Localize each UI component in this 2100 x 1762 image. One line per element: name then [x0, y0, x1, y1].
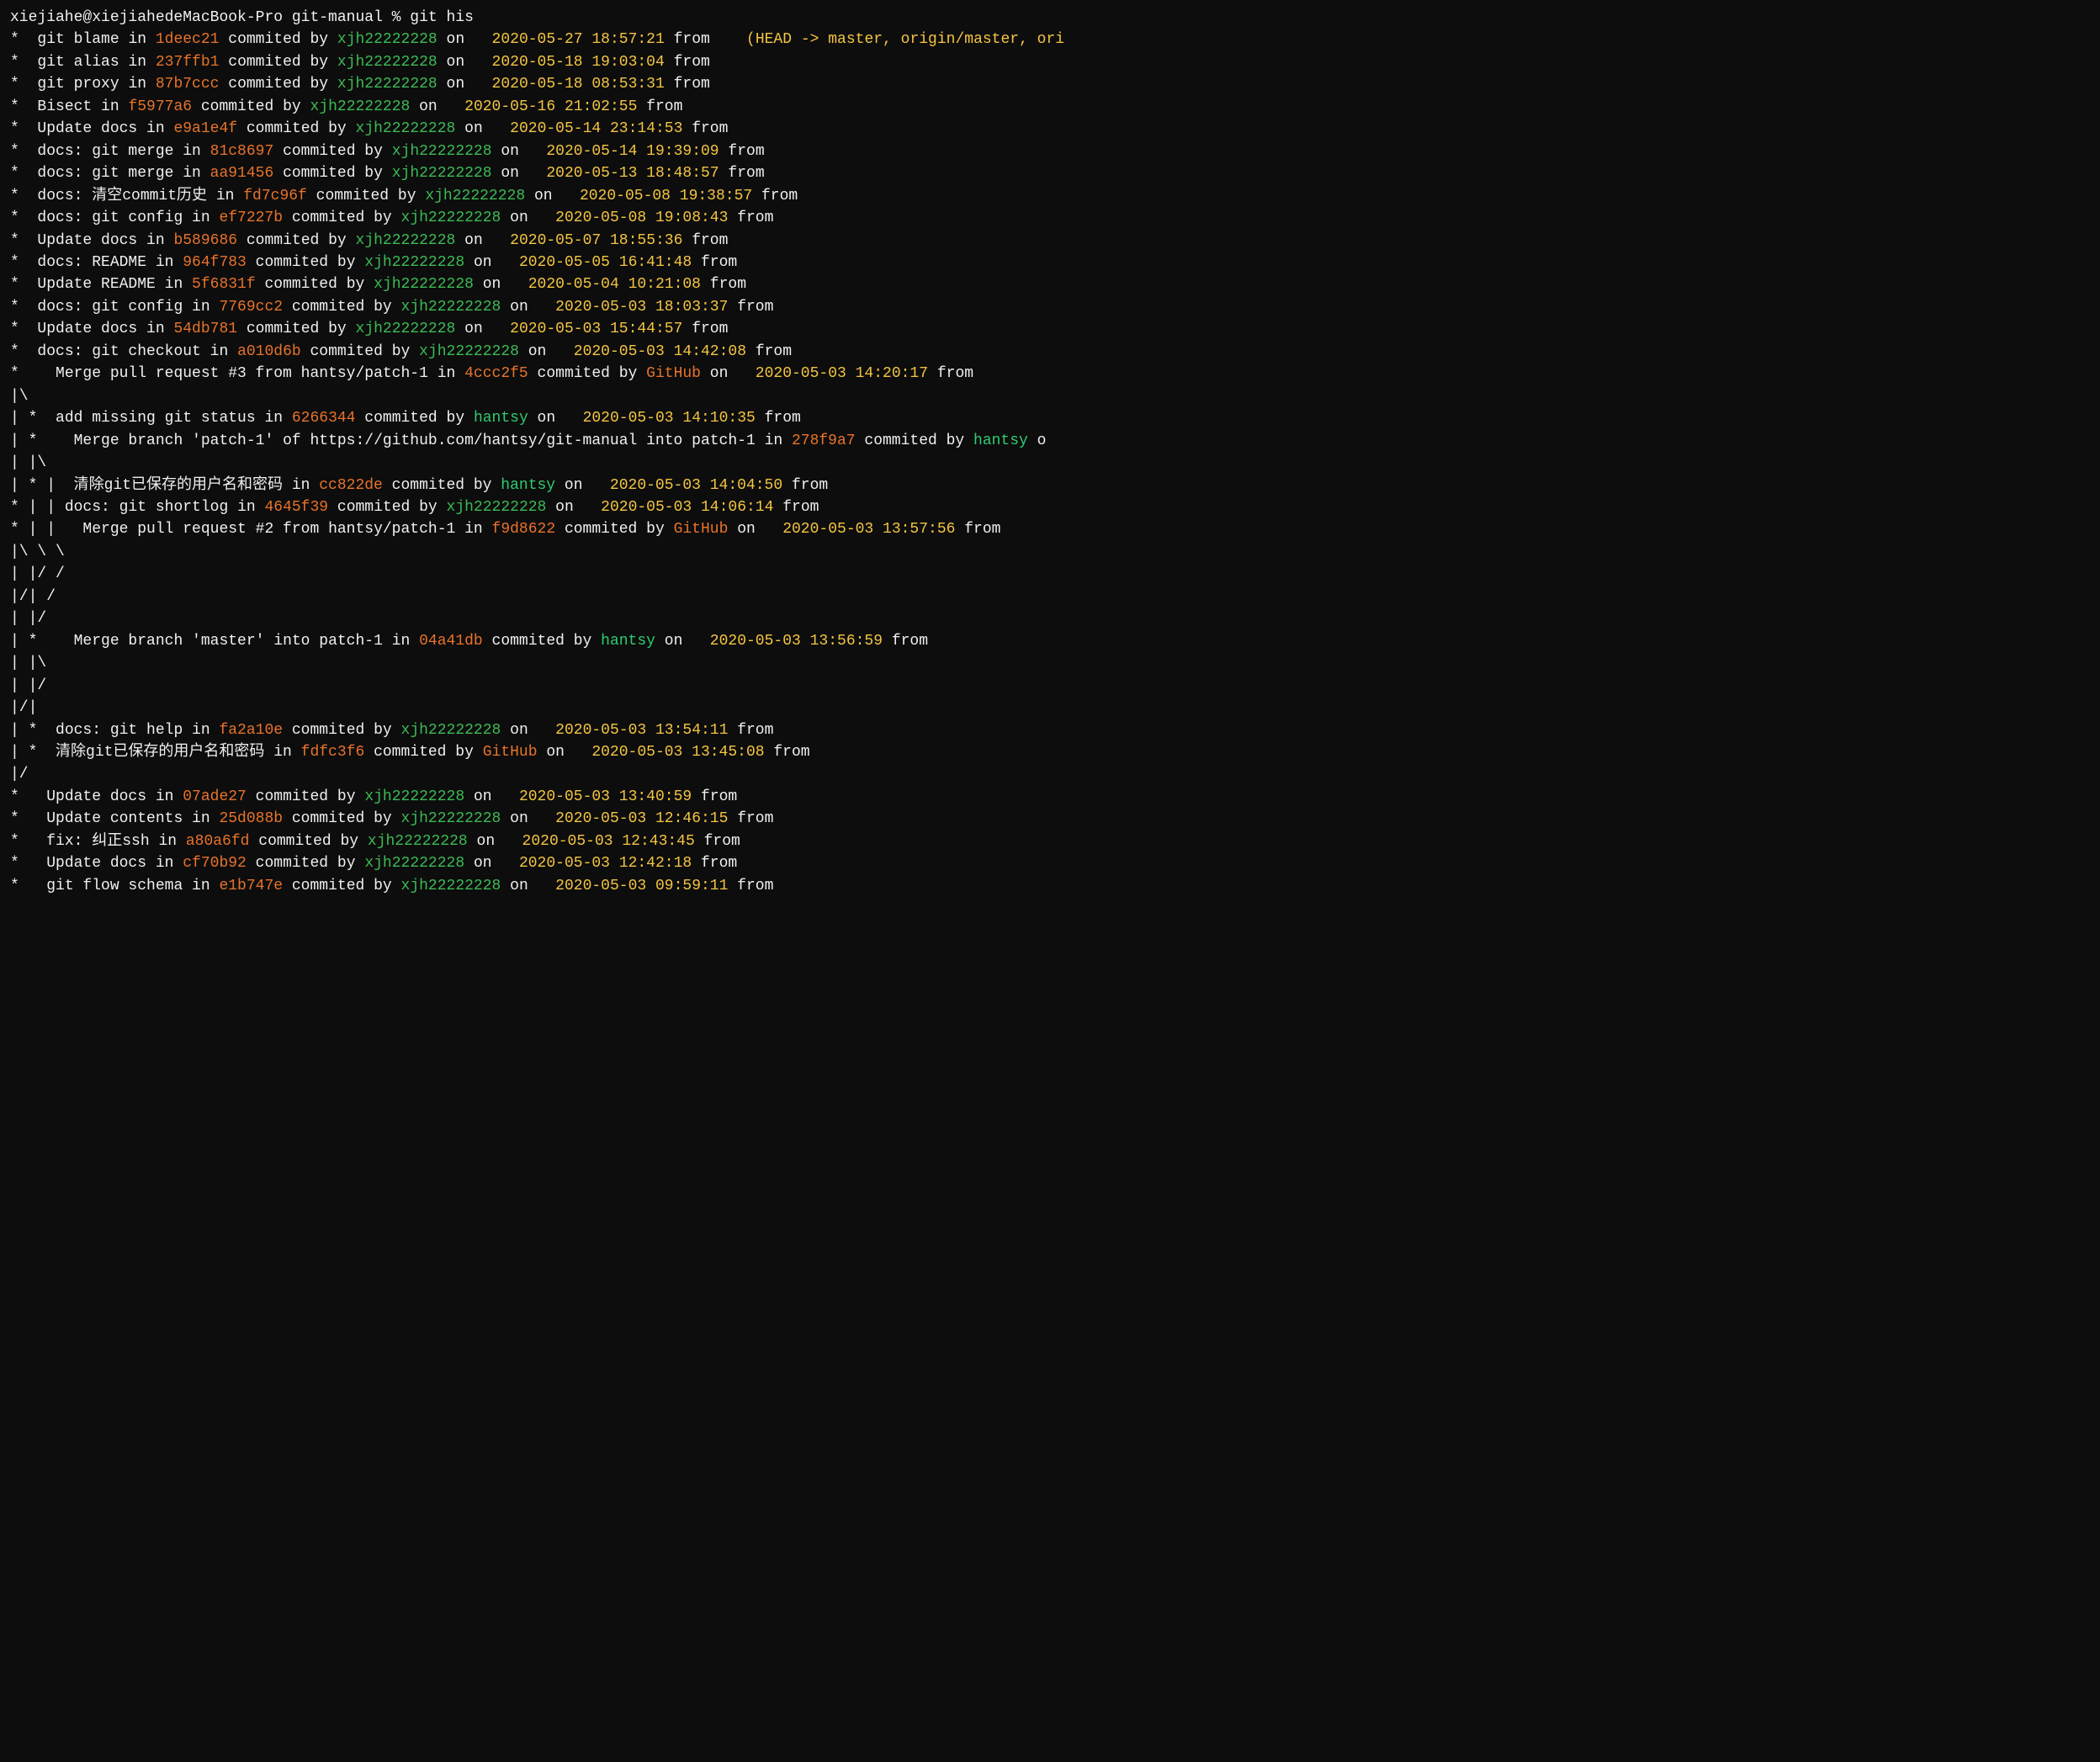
log-line-14: * Update docs in 54db781 commited by xjh… — [10, 318, 2090, 340]
log-line-20: * | | docs: git shortlog in 4645f39 comm… — [10, 496, 2090, 518]
log-line-graph-10: |/ — [10, 763, 2090, 785]
log-line-17: | * add missing git status in 6266344 co… — [10, 407, 2090, 429]
log-line-5: * Update docs in e9a1e4f commited by xjh… — [10, 118, 2090, 140]
prompt-line: xiejiahe@xiejiahedeMacBook-Pro git-manua… — [10, 7, 2090, 29]
log-line-graph-9: |/| — [10, 697, 2090, 719]
log-line-13: * docs: git config in 7769cc2 commited b… — [10, 296, 2090, 318]
log-line-6: * docs: git merge in 81c8697 commited by… — [10, 141, 2090, 162]
log-line-4: * Bisect in f5977a6 commited by xjh22222… — [10, 96, 2090, 118]
log-line-graph-3: |\ \ \ — [10, 541, 2090, 563]
log-line-19: | * | 清除git已保存的用户名和密码 in cc822de commite… — [10, 475, 2090, 496]
log-line-graph-1: |\ — [10, 385, 2090, 407]
log-line-25: * Update docs in 07ade27 commited by xjh… — [10, 786, 2090, 808]
log-line-graph-2: | |\ — [10, 452, 2090, 474]
log-line-11: * docs: README in 964f783 commited by xj… — [10, 252, 2090, 273]
log-line-9: * docs: git config in ef7227b commited b… — [10, 207, 2090, 229]
log-line-21: * | | Merge pull request #2 from hantsy/… — [10, 518, 2090, 540]
log-line-12: * Update README in 5f6831f commited by x… — [10, 273, 2090, 295]
log-line-22: | * Merge branch 'master' into patch-1 i… — [10, 630, 2090, 652]
log-line-graph-4: | |/ / — [10, 563, 2090, 585]
log-line-28: * Update docs in cf70b92 commited by xjh… — [10, 852, 2090, 874]
log-line-graph-6: | |/ — [10, 608, 2090, 629]
log-line-1: * git blame in 1deec21 commited by xjh22… — [10, 29, 2090, 50]
log-line-18: | * Merge branch 'patch-1' of https://gi… — [10, 430, 2090, 452]
log-line-27: * fix: 纠正ssh in a80a6fd commited by xjh2… — [10, 831, 2090, 852]
log-line-23: | * docs: git help in fa2a10e commited b… — [10, 719, 2090, 741]
log-line-29: * git flow schema in e1b747e commited by… — [10, 875, 2090, 897]
log-line-16: * Merge pull request #3 from hantsy/patc… — [10, 363, 2090, 385]
log-line-10: * Update docs in b589686 commited by xjh… — [10, 230, 2090, 252]
log-line-8: * docs: 清空commit历史 in fd7c96f commited b… — [10, 185, 2090, 207]
log-line-7: * docs: git merge in aa91456 commited by… — [10, 162, 2090, 184]
log-line-graph-7: | |\ — [10, 652, 2090, 674]
log-line-24: | * 清除git已保存的用户名和密码 in fdfc3f6 commited … — [10, 741, 2090, 763]
log-line-3: * git proxy in 87b7ccc commited by xjh22… — [10, 73, 2090, 95]
log-line-graph-8: | |/ — [10, 675, 2090, 697]
log-line-15: * docs: git checkout in a010d6b commited… — [10, 341, 2090, 363]
log-line-graph-5: |/| / — [10, 586, 2090, 608]
terminal: xiejiahe@xiejiahedeMacBook-Pro git-manua… — [10, 7, 2090, 897]
log-line-2: * git alias in 237ffb1 commited by xjh22… — [10, 51, 2090, 73]
log-line-26: * Update contents in 25d088b commited by… — [10, 808, 2090, 830]
